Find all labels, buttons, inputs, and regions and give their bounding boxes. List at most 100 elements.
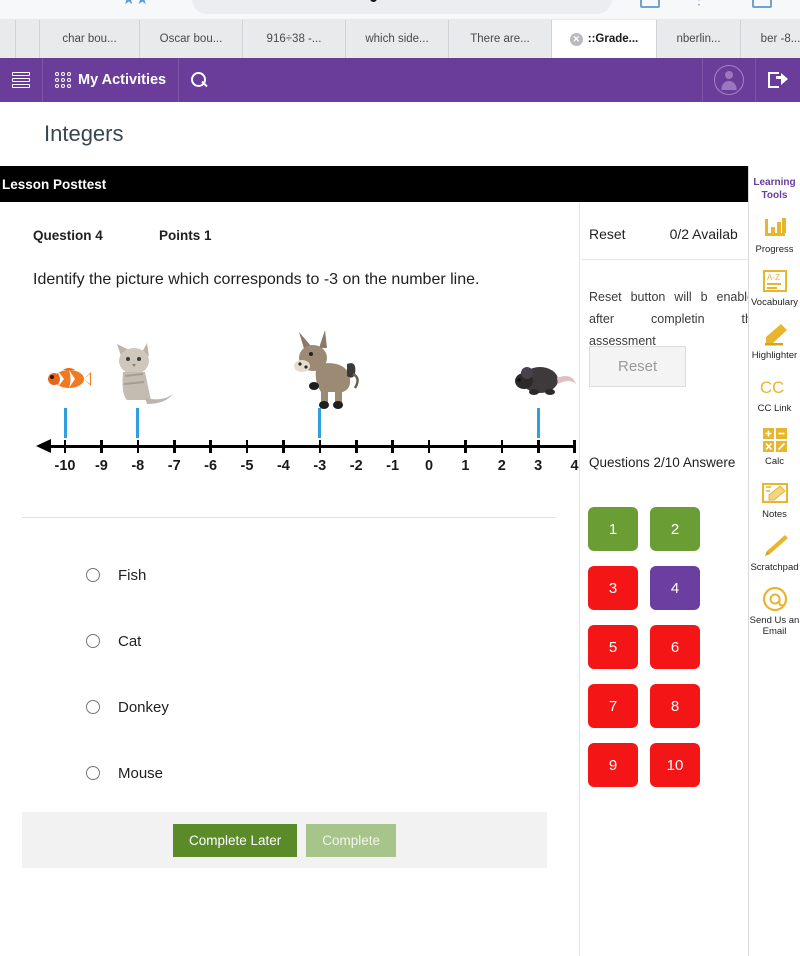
question-nav-8[interactable]: 8 <box>650 684 700 728</box>
browser-tab[interactable]: There are... <box>449 20 552 58</box>
question-nav-2[interactable]: 2 <box>650 507 700 551</box>
radio-button-icon[interactable] <box>86 568 100 582</box>
reset-divider <box>581 259 748 260</box>
mouse-image <box>514 364 578 398</box>
browser-tab[interactable]: ber -8... <box>741 20 800 58</box>
page-title-bar: Integers <box>0 102 800 166</box>
page-title: Integers <box>44 121 124 146</box>
option-donkey[interactable]: Donkey <box>86 674 169 740</box>
tab-strip-edge <box>0 20 16 58</box>
browser-chrome-top: ★★ ⋮ <box>0 0 800 20</box>
learning-tools-title-line2: Tools <box>761 190 788 201</box>
tab-title: which side... <box>365 33 429 45</box>
browser-tab[interactable]: nberlin... <box>657 20 741 58</box>
bookmark-star-icon[interactable]: ★★ <box>122 0 149 7</box>
reset-note: Reset button will b enabled after comple… <box>589 290 748 348</box>
axis-tick <box>245 440 249 453</box>
extension-icon[interactable] <box>640 0 660 8</box>
option-fish[interactable]: Fish <box>86 542 169 608</box>
tool-send-email[interactable]: Send Us an Email <box>749 585 800 637</box>
number-line-marker-donkey <box>318 408 322 438</box>
browser-tab[interactable]: 916÷38 -... <box>243 20 346 58</box>
question-nav-1[interactable]: 1 <box>588 507 638 551</box>
section-divider <box>22 517 555 518</box>
tool-vocabulary[interactable]: A-Z Vocabulary <box>749 267 800 308</box>
user-avatar-icon <box>714 65 744 95</box>
complete-button[interactable]: Complete <box>306 823 397 857</box>
menu-dots-icon[interactable]: ⋮ <box>692 0 706 6</box>
tab-title: Oscar bou... <box>159 33 223 45</box>
tool-notes[interactable]: Notes <box>749 479 800 520</box>
tool-calc[interactable]: Calc <box>749 426 800 467</box>
tab-title: 916÷38 -... <box>266 33 322 45</box>
question-nav-3[interactable]: 3 <box>588 566 638 610</box>
axis-tick <box>100 440 103 453</box>
question-text: Identify the picture which corresponds t… <box>33 271 480 288</box>
tab-partial-left[interactable] <box>16 20 40 58</box>
tool-cc-link[interactable]: CC CC Link <box>749 373 800 414</box>
question-nav-9[interactable]: 9 <box>588 743 638 787</box>
browser-tab[interactable]: Oscar bou... <box>140 20 243 58</box>
search-button[interactable] <box>179 58 219 102</box>
account-button[interactable] <box>702 58 756 102</box>
address-bar[interactable] <box>192 0 612 14</box>
question-meta: Question 4 Points 1 <box>33 228 212 243</box>
donkey-image <box>283 330 361 410</box>
tool-progress[interactable]: Progress <box>749 214 800 255</box>
tool-label: CC Link <box>757 403 792 414</box>
close-icon[interactable]: ✕ <box>569 32 583 46</box>
axis-tick <box>63 440 67 453</box>
logout-button[interactable] <box>756 58 800 102</box>
at-email-icon <box>760 585 790 613</box>
browser-tab-strip[interactable]: char bou... Oscar bou... 916÷38 -... whi… <box>0 20 800 58</box>
my-activities-label: My Activities <box>78 72 167 88</box>
option-label: Cat <box>118 632 142 650</box>
axis-tick-label: -2 <box>349 458 363 474</box>
learning-tools-rail: Learning Tools Progress A-Z Vocabulary H… <box>748 166 800 956</box>
browser-tab[interactable]: char bou... <box>40 20 140 58</box>
number-line-marker-cat <box>136 408 140 438</box>
complete-later-button[interactable]: Complete Later <box>172 823 298 857</box>
axis-tick-label: 2 <box>497 458 506 474</box>
svg-text:A-Z: A-Z <box>767 273 780 282</box>
axis-tick <box>355 440 358 453</box>
tab-title: ::Grade... <box>587 33 639 45</box>
highlighter-icon <box>760 320 790 348</box>
question-points: Points 1 <box>159 228 212 243</box>
lesson-bar: Lesson Posttest <box>0 166 748 202</box>
tool-highlighter[interactable]: Highlighter <box>749 320 800 361</box>
question-panel: Question 4 Points 1 Identify the picture… <box>0 202 580 956</box>
reset-available-count: 0/2 Availab <box>669 226 738 242</box>
axis-tick-label: -8 <box>131 458 145 474</box>
lesson-bar-title: Lesson Posttest <box>2 176 107 192</box>
radio-button-icon[interactable] <box>86 634 100 648</box>
reset-button[interactable]: Reset <box>589 346 687 387</box>
axis-tick <box>318 440 322 453</box>
page-favicon <box>370 0 377 2</box>
question-nav-7[interactable]: 7 <box>588 684 638 728</box>
question-nav-5[interactable]: 5 <box>588 625 638 669</box>
axis-tick-label: -6 <box>204 458 218 474</box>
axis-tick <box>464 440 467 453</box>
menu-button[interactable] <box>0 58 43 102</box>
calculator-icon <box>760 426 790 454</box>
option-mouse[interactable]: Mouse <box>86 740 169 806</box>
question-number-grid[interactable]: 1 2 3 4 5 6 7 8 9 10 <box>588 507 700 787</box>
question-nav-4[interactable]: 4 <box>650 566 700 610</box>
reset-label: Reset <box>589 226 626 242</box>
question-nav-10[interactable]: 10 <box>650 743 700 787</box>
profile-box-icon[interactable] <box>752 0 772 8</box>
browser-tab[interactable]: which side... <box>346 20 449 58</box>
app-header: My Activities <box>0 58 800 102</box>
my-activities-button[interactable]: My Activities <box>43 58 180 102</box>
number-line-marker-fish <box>63 408 67 438</box>
number-line-marker-mouse <box>536 408 540 438</box>
tool-scratchpad[interactable]: Scratchpad <box>749 532 800 573</box>
radio-button-icon[interactable] <box>86 766 100 780</box>
browser-tab-active[interactable]: ✕ ::Grade... <box>552 20 657 58</box>
axis-tick <box>391 440 394 453</box>
option-cat[interactable]: Cat <box>86 608 169 674</box>
tool-label: Scratchpad <box>750 562 799 573</box>
question-nav-6[interactable]: 6 <box>650 625 700 669</box>
radio-button-icon[interactable] <box>86 700 100 714</box>
